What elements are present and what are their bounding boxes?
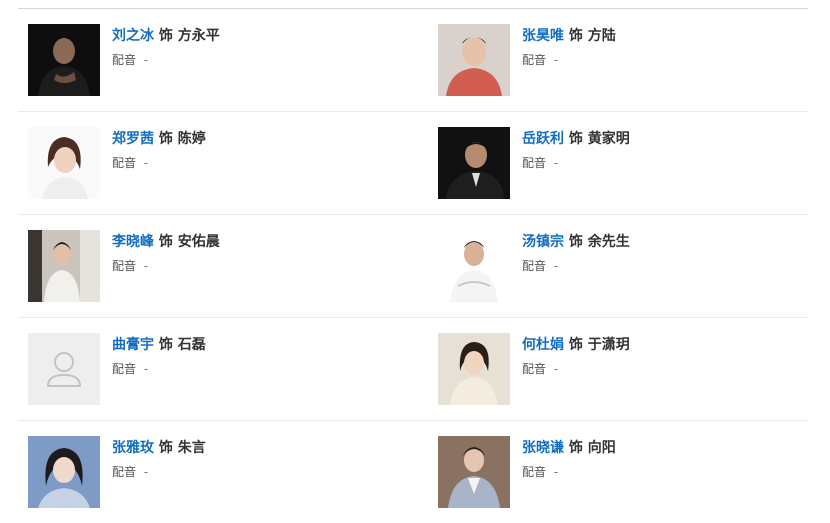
voice-actor-value: - (143, 465, 149, 479)
cast-row: 李晓峰 饰 安佑晨 配音 - 汤镇宗 饰 余先生 配音 - (18, 215, 808, 318)
actor-photo[interactable] (438, 24, 510, 96)
voice-actor-label: 配音 (112, 259, 137, 273)
actor-photo[interactable] (28, 436, 100, 508)
voice-actor-label: 配音 (522, 465, 547, 479)
actor-photo[interactable] (438, 230, 510, 302)
as-label: 饰 (158, 337, 173, 353)
voice-actor-value: - (553, 156, 559, 170)
role-name: 陈婷 (177, 131, 206, 147)
cast-card: 张昊唯 饰 方陆 配音 - (428, 9, 808, 111)
cast-card: 李晓峰 饰 安佑晨 配音 - (18, 215, 428, 317)
voice-actor-value: - (553, 53, 559, 67)
voice-actor-label: 配音 (522, 156, 547, 170)
cast-card: 张晓谦 饰 向阳 配音 - (428, 421, 808, 523)
actor-name-link[interactable]: 张昊唯 (522, 28, 564, 44)
cast-card: 刘之冰 饰 方永平 配音 - (18, 9, 428, 111)
voice-actor-label: 配音 (522, 362, 547, 376)
actor-name-link[interactable]: 张晓谦 (522, 440, 564, 456)
actor-photo[interactable] (28, 127, 100, 199)
voice-actor-label: 配音 (112, 362, 137, 376)
as-label: 饰 (568, 337, 583, 353)
voice-actor-label: 配音 (522, 53, 547, 67)
cast-row: 曲膏宇 饰 石磊 配音 - 何杜娟 饰 于潇玥 配音 - (18, 318, 808, 421)
voice-actor-label: 配音 (112, 465, 137, 479)
voice-actor-label: 配音 (112, 53, 137, 67)
actor-name-link[interactable]: 岳跃利 (522, 131, 564, 147)
cast-row: 郑罗茜 饰 陈婷 配音 - 岳跃利 饰 黄家明 配音 - (18, 112, 808, 215)
voice-actor-label: 配音 (112, 156, 137, 170)
role-name: 石磊 (177, 337, 206, 353)
voice-actor-value: - (143, 259, 149, 273)
as-label: 饰 (158, 28, 173, 44)
cast-card: 何杜娟 饰 于潇玥 配音 - (428, 318, 808, 420)
person-icon (28, 333, 100, 405)
actor-name-link[interactable]: 曲膏宇 (112, 337, 154, 353)
actor-photo[interactable] (28, 24, 100, 96)
actor-photo[interactable] (438, 436, 510, 508)
as-label: 饰 (568, 234, 583, 250)
as-label: 饰 (568, 131, 583, 147)
as-label: 饰 (568, 28, 583, 44)
as-label: 饰 (158, 440, 173, 456)
role-name: 安佑晨 (177, 234, 220, 250)
cast-list: 刘之冰 饰 方永平 配音 - 张昊唯 饰 方陆 配音 - 郑罗茜 饰 陈婷 配音… (18, 9, 808, 523)
cast-card: 岳跃利 饰 黄家明 配音 - (428, 112, 808, 214)
actor-name-link[interactable]: 郑罗茜 (112, 131, 154, 147)
actor-name-link[interactable]: 汤镇宗 (522, 234, 564, 250)
actor-photo[interactable] (28, 230, 100, 302)
role-name: 余先生 (587, 234, 630, 250)
role-name: 于潇玥 (587, 337, 630, 353)
role-name: 朱言 (177, 440, 206, 456)
placeholder-avatar[interactable] (28, 333, 100, 405)
cast-card: 张雅玫 饰 朱言 配音 - (18, 421, 428, 523)
as-label: 饰 (568, 440, 583, 456)
role-name: 方陆 (587, 28, 616, 44)
cast-card: 汤镇宗 饰 余先生 配音 - (428, 215, 808, 317)
actor-photo[interactable] (438, 333, 510, 405)
voice-actor-value: - (553, 465, 559, 479)
cast-card: 郑罗茜 饰 陈婷 配音 - (18, 112, 428, 214)
voice-actor-value: - (143, 53, 149, 67)
voice-actor-value: - (143, 362, 149, 376)
as-label: 饰 (158, 131, 173, 147)
role-name: 方永平 (177, 28, 220, 44)
actor-name-link[interactable]: 刘之冰 (112, 28, 154, 44)
voice-actor-value: - (143, 156, 149, 170)
actor-name-link[interactable]: 李晓峰 (112, 234, 154, 250)
cast-row: 刘之冰 饰 方永平 配音 - 张昊唯 饰 方陆 配音 - (18, 9, 808, 112)
cast-row: 张雅玫 饰 朱言 配音 - 张晓谦 饰 向阳 配音 - (18, 421, 808, 523)
voice-actor-value: - (553, 362, 559, 376)
actor-name-link[interactable]: 张雅玫 (112, 440, 154, 456)
role-name: 黄家明 (587, 131, 630, 147)
actor-name-link[interactable]: 何杜娟 (522, 337, 564, 353)
role-name: 向阳 (587, 440, 616, 456)
voice-actor-label: 配音 (522, 259, 547, 273)
voice-actor-value: - (553, 259, 559, 273)
cast-card: 曲膏宇 饰 石磊 配音 - (18, 318, 428, 420)
as-label: 饰 (158, 234, 173, 250)
actor-photo[interactable] (438, 127, 510, 199)
